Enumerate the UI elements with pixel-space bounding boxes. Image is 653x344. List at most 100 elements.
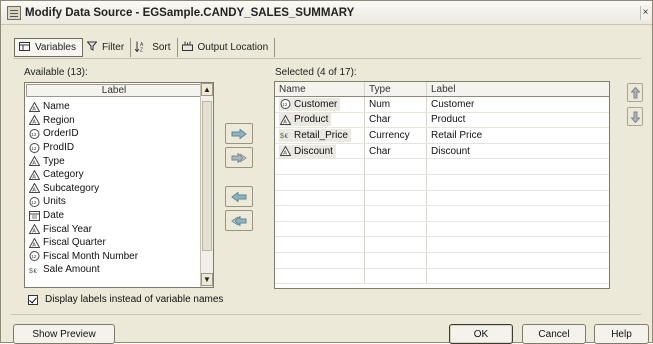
add-all-button[interactable] [225,147,253,168]
empty-cell [275,268,365,284]
list-item[interactable]: $ € Sale Amount [29,263,201,277]
column-header-name[interactable]: Name [275,82,365,96]
display-labels-checkbox[interactable] [28,294,38,305]
show-preview-button[interactable]: Show Preview [13,324,115,344]
available-label-header[interactable]: Label [26,84,202,97]
display-labels-option[interactable]: Display labels instead of variable names [28,294,223,305]
svg-text:€: € [34,269,38,275]
arrow-left-icon [231,191,247,202]
list-item[interactable]: A Fiscal Quarter [29,236,201,250]
list-item-label: Subcategory [43,182,100,194]
list-item[interactable]: A Subcategory [29,182,201,196]
list-item[interactable]: Date [29,209,201,223]
svg-text:12: 12 [31,200,37,205]
svg-text:12: 12 [282,102,288,107]
cell-name: $ € Retail_Price [275,128,365,143]
numeric-variable-icon: 12 [29,128,40,139]
scroll-thumb[interactable] [202,101,212,251]
empty-cell [427,206,609,221]
empty-cell [365,206,427,221]
tab-filter[interactable]: Filter [82,38,132,57]
list-item[interactable]: 12 ProdID [29,141,201,155]
cell-name-text: Discount [294,145,333,157]
tab-sort[interactable]: AZ Sort [131,38,178,57]
list-item[interactable]: 12 Fiscal Month Number [29,250,201,264]
modify-data-source-dialog: Modify Data Source - EGSample.CANDY_SALE… [0,0,653,344]
double-arrow-right-icon [231,152,247,163]
empty-cell [365,221,427,237]
list-item[interactable]: A Name [29,100,201,114]
empty-cell [275,174,365,190]
svg-text:A: A [32,120,36,125]
title-bar[interactable]: Modify Data Source - EGSample.CANDY_SALE… [1,1,652,25]
list-item[interactable]: 12 Units [29,195,201,209]
empty-cell [427,175,609,190]
move-down-button[interactable] [627,107,643,126]
add-selected-button[interactable] [225,123,253,144]
data-source-icon [7,5,21,20]
svg-text:A: A [32,161,36,166]
move-up-button[interactable] [627,83,643,102]
remove-all-button[interactable] [225,210,253,231]
svg-text:$: $ [280,133,284,140]
cell-name-text: Customer [294,98,338,110]
empty-cell [275,206,365,221]
list-item[interactable]: A Category [29,168,201,182]
tab-variables[interactable]: Variables [14,38,83,57]
tab-output-location[interactable]: Output Location [177,38,276,57]
name-pill: A Product [279,113,332,127]
empty-cell [427,191,609,206]
table-row[interactable]: A Discount Char Discount [275,143,609,160]
svg-text:A: A [32,174,36,179]
list-item[interactable]: A Region [29,114,201,128]
currency-variable-icon: $ € [29,265,40,275]
list-item-label: Date [43,210,65,222]
cancel-button[interactable]: Cancel [522,324,586,344]
scroll-up-button[interactable]: ▲ [201,83,213,96]
empty-cell [365,159,427,174]
table-row[interactable]: 12 Customer Num Customer [275,97,609,113]
scroll-down-button[interactable]: ▼ [201,273,213,286]
double-arrow-left-icon [231,215,247,226]
ok-button[interactable]: OK [449,324,513,344]
name-pill: 12 Customer [279,97,341,111]
svg-text:$: $ [29,268,33,275]
character-variable-icon: A [29,169,40,180]
empty-table-row [275,174,609,191]
empty-cell [365,190,427,206]
empty-table-row [275,206,609,222]
cell-label: Customer [431,98,475,110]
selected-rows: 12 Customer Num Customer A Product Char Product… [275,97,609,285]
list-item-label: ProdID [43,142,75,154]
empty-cell [365,174,427,190]
arrow-up-icon [630,86,640,98]
empty-cell [275,252,365,268]
column-header-type[interactable]: Type [365,82,427,96]
column-header-label[interactable]: Label [427,82,609,96]
help-button[interactable]: Help [594,324,649,344]
character-variable-icon: A [29,115,40,126]
list-item-label: Units [43,196,66,208]
available-vertical-scrollbar[interactable]: ▲ ▼ [200,83,213,287]
list-item-label: Name [43,101,70,113]
list-item[interactable]: A Fiscal Year [29,222,201,236]
svg-text:A: A [283,119,287,124]
table-row[interactable]: A Product Char Product [275,112,609,129]
empty-table-row [275,159,609,175]
table-row[interactable]: $ € Retail_Price Currency Retail Price [275,128,609,144]
svg-text:A: A [32,242,36,247]
list-item-label: Category [43,169,84,181]
available-variables-list[interactable]: Label A Name A Region 12 OrderID 12 ProdID A Type… [24,82,214,288]
close-icon[interactable]: × [640,6,650,20]
list-item-label: Sale Amount [43,264,100,276]
arrow-right-icon [231,128,247,139]
empty-cell [275,221,365,237]
date-variable-icon [29,210,40,221]
numeric-variable-icon: 12 [280,99,291,110]
remove-selected-button[interactable] [225,186,253,207]
list-item[interactable]: 12 OrderID [29,127,201,141]
grid-header-row: Name Type Label [275,82,609,97]
selected-variables-grid[interactable]: Name Type Label 12 Customer Num Customer A Pr… [274,81,610,289]
list-item[interactable]: A Type [29,154,201,168]
cell-label: Product [431,114,466,126]
